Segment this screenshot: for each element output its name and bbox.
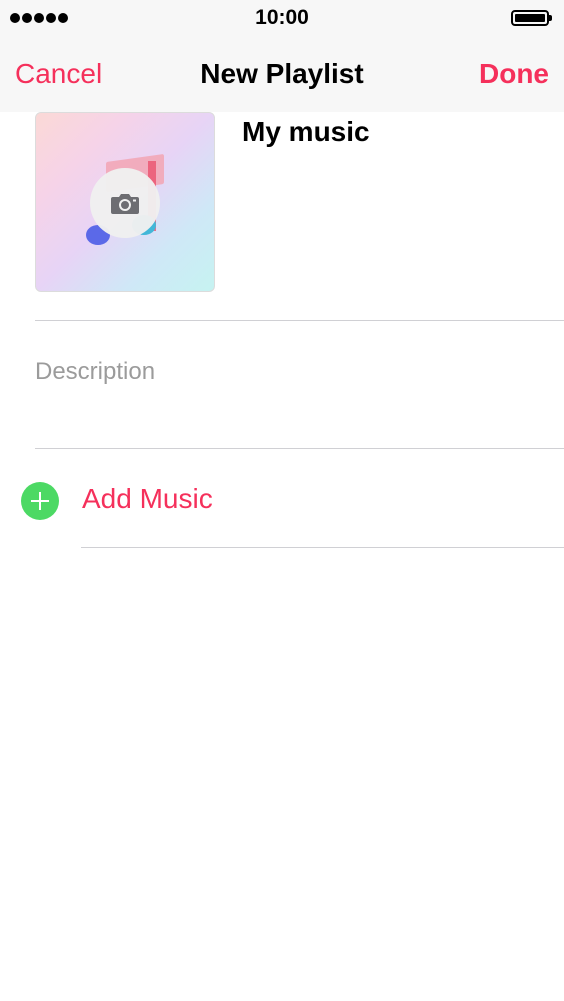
divider	[35, 448, 564, 449]
camera-icon	[111, 194, 139, 214]
choose-photo-button[interactable]	[90, 168, 160, 238]
new-playlist-screen: 10:00 Cancel New Playlist Done My music …	[0, 0, 564, 1001]
divider	[35, 320, 564, 321]
done-button[interactable]: Done	[479, 58, 549, 90]
status-bar: 10:00	[0, 0, 564, 38]
add-music-button[interactable]: Add Music	[0, 460, 564, 540]
playlist-name-field[interactable]: My music	[242, 116, 370, 148]
navigation-bar: Cancel New Playlist Done	[0, 38, 564, 112]
divider	[81, 547, 564, 548]
add-music-label: Add Music	[82, 483, 213, 514]
plus-circle-icon	[21, 482, 59, 520]
description-field[interactable]: Description	[35, 358, 155, 386]
status-time: 10:00	[255, 6, 309, 29]
battery-icon	[511, 10, 552, 26]
